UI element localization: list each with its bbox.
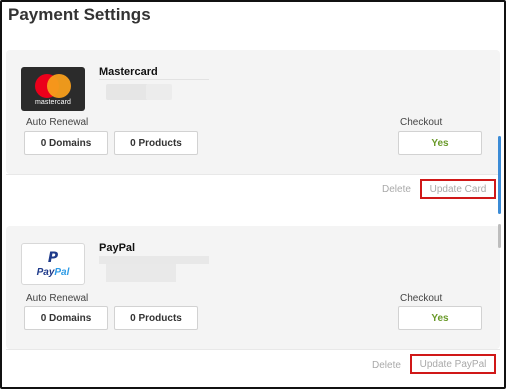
checkout-label: Checkout (400, 117, 443, 128)
redacted-account-details (99, 256, 209, 264)
paypal-logo-text: PayPal (36, 266, 70, 278)
delete-paypal-link[interactable]: Delete (372, 360, 401, 371)
update-paypal-button[interactable]: Update PayPal (410, 354, 496, 374)
card-name: PayPal (99, 242, 136, 254)
redacted-card-details (146, 84, 172, 100)
card-divider (6, 174, 500, 175)
scrollbar-track-segment[interactable] (498, 224, 501, 248)
payment-card-mastercard: mastercard Mastercard Auto Renewal Check… (6, 50, 500, 174)
paypal-logo: P PayPal (21, 243, 85, 285)
checkout-toggle[interactable]: Yes (398, 131, 482, 155)
payment-settings-panel: Payment Settings mastercard Mastercard A… (0, 0, 506, 389)
domains-count-button[interactable]: 0 Domains (24, 131, 108, 155)
payment-card-paypal: P PayPal PayPal Auto Renewal Checkout 0 … (6, 226, 500, 349)
checkout-label: Checkout (400, 293, 443, 304)
mastercard-circles-icon (33, 74, 73, 98)
auto-renewal-label: Auto Renewal (26, 117, 89, 128)
auto-renewal-label: Auto Renewal (26, 293, 89, 304)
card-divider (6, 349, 500, 350)
paypal-p-icon: P (47, 249, 59, 266)
page-title: Payment Settings (8, 5, 151, 24)
products-count-button[interactable]: 0 Products (114, 306, 198, 330)
scrollbar-thumb[interactable] (498, 136, 501, 214)
card-name-underline (99, 79, 209, 80)
mastercard-logo: mastercard (21, 67, 85, 111)
mastercard-logo-text: mastercard (34, 99, 71, 106)
delete-card-link[interactable]: Delete (382, 184, 411, 195)
checkout-toggle[interactable]: Yes (398, 306, 482, 330)
update-card-button[interactable]: Update Card (420, 179, 496, 199)
card-name: Mastercard (99, 66, 158, 78)
products-count-button[interactable]: 0 Products (114, 131, 198, 155)
redacted-account-details (106, 264, 176, 282)
domains-count-button[interactable]: 0 Domains (24, 306, 108, 330)
